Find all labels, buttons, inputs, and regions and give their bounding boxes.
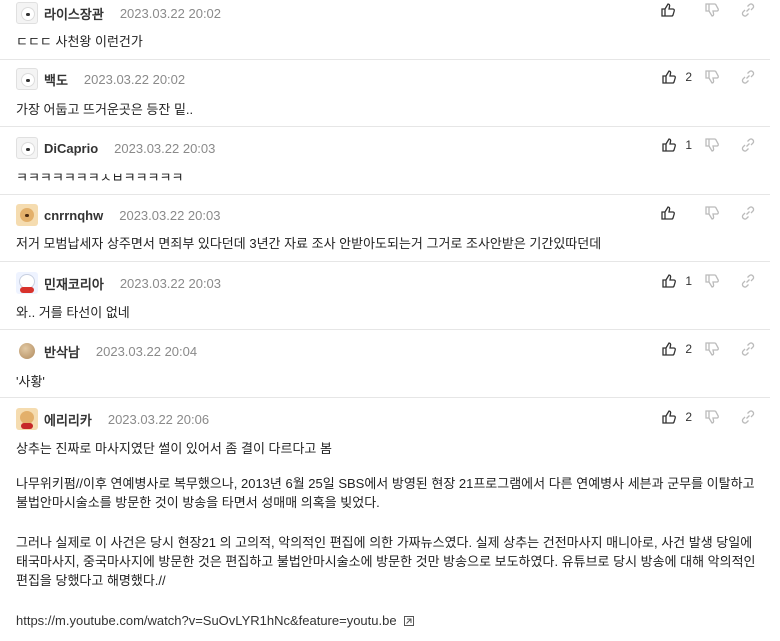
comment-item: DiCaprio 2023.03.22 20:03 1 ㅋㅋㅋㅋㅋㅋㅋㅅㅂㅋㅋㅋ… bbox=[0, 127, 770, 195]
comment-author[interactable]: DiCaprio bbox=[44, 141, 98, 156]
thumbs-down-icon[interactable] bbox=[704, 69, 720, 85]
comment-author[interactable]: 에리리카 bbox=[44, 410, 92, 429]
comment-item: 백도 2023.03.22 20:02 2 가장 어둡고 뜨거운곳은 등잔 밑.… bbox=[0, 60, 770, 127]
thumbs-up-icon[interactable] bbox=[661, 137, 677, 153]
user-avatar[interactable] bbox=[19, 343, 35, 359]
like-count: 2 bbox=[685, 70, 692, 84]
thumbs-up-icon[interactable] bbox=[661, 273, 677, 289]
thumbs-up-icon[interactable] bbox=[661, 341, 677, 357]
comment-date: 2023.03.22 20:03 bbox=[119, 275, 222, 291]
link-icon[interactable] bbox=[740, 2, 756, 18]
thumbs-down-icon[interactable] bbox=[704, 341, 720, 357]
comment-paragraph: 그러나 실제로 이 사건은 당시 현장21 의 고의적, 악의적인 편집에 의한… bbox=[16, 535, 756, 588]
thumbs-down-icon[interactable] bbox=[704, 273, 720, 289]
comment-item: 민재코리아 2023.03.22 20:03 1 와.. 거를 타선이 없네 bbox=[0, 262, 770, 330]
link-icon[interactable] bbox=[740, 69, 756, 85]
comment-author[interactable]: 백도 bbox=[44, 70, 68, 89]
user-avatar[interactable] bbox=[16, 68, 38, 90]
thumbs-down-icon[interactable] bbox=[704, 409, 720, 425]
comment-paragraph: 나무위키펌//이후 연예병사로 복무했으나, 2013년 6월 25일 SBS에… bbox=[16, 476, 755, 510]
comment-author[interactable]: 반삭남 bbox=[44, 342, 80, 361]
comment-date: 2023.03.22 20:03 bbox=[119, 207, 221, 223]
thumbs-up-icon[interactable] bbox=[661, 409, 677, 425]
comment-text: 가장 어둡고 뜨거운곳은 등잔 밑.. bbox=[16, 102, 194, 117]
thumbs-up-icon[interactable] bbox=[660, 2, 676, 18]
link-icon[interactable] bbox=[740, 409, 756, 425]
like-count: 2 bbox=[685, 342, 692, 356]
like-count: 2 bbox=[685, 410, 692, 424]
comment-text: 상추는 진짜로 마사지였단 썰이 있어서 좀 결이 다르다고 봄 bbox=[16, 441, 332, 456]
thumbs-up-icon[interactable] bbox=[661, 69, 677, 85]
thumbs-down-icon[interactable] bbox=[704, 137, 720, 153]
comment-text: ㄷㄷㄷ 사천왕 이런건가 bbox=[16, 34, 143, 49]
comment-author[interactable]: 라이스장관 bbox=[44, 4, 104, 23]
comment-text: ㅋㅋㅋㅋㅋㅋㅋㅅㅂㅋㅋㅋㅋㅋ bbox=[16, 170, 184, 185]
link-icon[interactable] bbox=[740, 137, 756, 153]
video-link[interactable]: https://m.youtube.com/watch?v=SuOvLYR1hN… bbox=[16, 613, 415, 628]
user-avatar[interactable] bbox=[16, 272, 38, 294]
like-count: 1 bbox=[685, 274, 692, 288]
thumbs-down-icon[interactable] bbox=[704, 205, 720, 221]
comment-text: 와.. 거를 타선이 없네 bbox=[16, 305, 130, 320]
comment-text: 저거 모범납세자 상주면서 면죄부 있다던데 3년간 자료 조사 안받아도되는거… bbox=[16, 236, 602, 251]
user-avatar[interactable] bbox=[16, 2, 38, 24]
comment-item: cnrrnqhw 2023.03.22 20:03 저거 모범납세자 상주면서 … bbox=[0, 195, 770, 262]
comment-text: '사황' bbox=[16, 374, 45, 389]
thumbs-down-icon[interactable] bbox=[704, 2, 720, 18]
like-count: 1 bbox=[685, 138, 692, 152]
comment-date: 2023.03.22 20:02 bbox=[119, 5, 222, 21]
comment-date: 2023.03.22 20:06 bbox=[107, 411, 210, 427]
user-avatar[interactable] bbox=[16, 408, 38, 430]
user-avatar[interactable] bbox=[16, 204, 38, 226]
comment-item: 에리리카 2023.03.22 20:06 2 상추는 진짜로 마사지였단 썰이… bbox=[0, 398, 770, 641]
comment-item: 반삭남 2023.03.22 20:04 2 '사황' bbox=[0, 330, 770, 398]
comment-date: 2023.03.22 20:03 bbox=[114, 140, 216, 156]
comment-date: 2023.03.22 20:02 bbox=[83, 71, 186, 87]
comment-item: 라이스장관 2023.03.22 20:02 ㄷㄷㄷ 사천왕 이런건가 bbox=[0, 0, 770, 60]
link-url[interactable]: https://m.youtube.com/watch?v=SuOvLYR1hN… bbox=[16, 613, 397, 628]
link-icon[interactable] bbox=[740, 205, 756, 221]
thumbs-up-icon[interactable] bbox=[660, 205, 676, 221]
comment-author[interactable]: 민재코리아 bbox=[44, 274, 104, 293]
comment-author[interactable]: cnrrnqhw bbox=[44, 208, 103, 223]
external-link-icon[interactable] bbox=[403, 615, 415, 627]
link-icon[interactable] bbox=[740, 273, 756, 289]
user-avatar[interactable] bbox=[16, 137, 38, 159]
link-icon[interactable] bbox=[740, 341, 756, 357]
comment-date: 2023.03.22 20:04 bbox=[95, 343, 198, 359]
